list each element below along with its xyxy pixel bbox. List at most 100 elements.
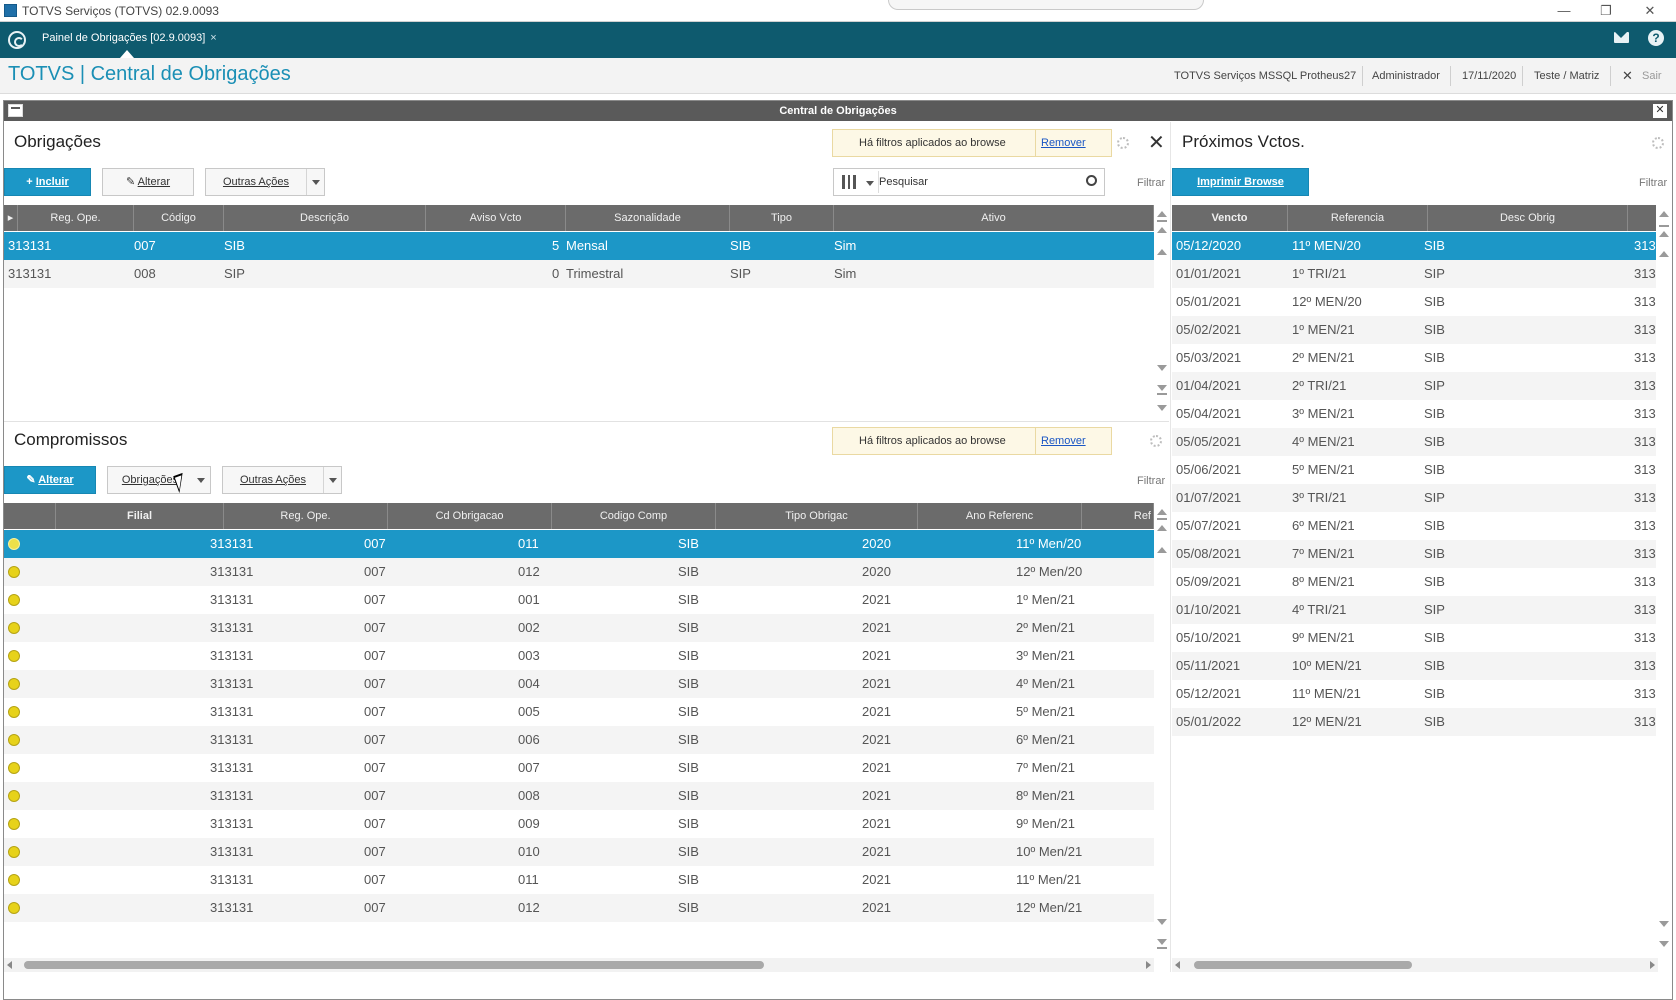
col-vencto[interactable]: Vencto	[1172, 205, 1288, 231]
scroll-up-icon[interactable]	[1659, 251, 1669, 257]
status-legend-icon[interactable]	[8, 706, 20, 718]
scroll-up-icon[interactable]	[1659, 231, 1669, 237]
restore-button[interactable]: ❐	[1590, 1, 1622, 21]
scroll-down-icon[interactable]	[1157, 939, 1167, 945]
table-row[interactable]: 05/06/2021 5º MEN/21 SIB 313	[1172, 456, 1658, 484]
table-row[interactable]: 313131 007 002 SIB 2021 2º Men/21	[4, 614, 1154, 642]
table-row[interactable]: 05/07/2021 6º MEN/21 SIB 313	[1172, 512, 1658, 540]
scroll-down-icon[interactable]	[1157, 385, 1167, 391]
scroll-up-icon[interactable]	[1157, 211, 1167, 217]
col-cd-obrigacao[interactable]: Cd Obrigacao	[388, 503, 552, 529]
col-extra[interactable]	[1628, 205, 1658, 231]
compromissos-settings-icon[interactable]	[1150, 435, 1162, 447]
table-row[interactable]: 313131 007 001 SIB 2021 1º Men/21	[4, 586, 1154, 614]
table-row[interactable]: 01/01/2021 1º TRI/21 SIP 313	[1172, 260, 1658, 288]
table-row[interactable]: 01/07/2021 3º TRI/21 SIP 313	[1172, 484, 1658, 512]
proximos-vertical-scrollbar[interactable]	[1656, 205, 1672, 955]
scroll-up-icon[interactable]	[1659, 211, 1669, 217]
status-legend-icon[interactable]	[8, 734, 20, 746]
compromissos-alterar-button[interactable]: ✎ Alterar	[4, 466, 96, 494]
minimize-button[interactable]: —	[1548, 1, 1580, 21]
scroll-left-icon[interactable]	[7, 961, 12, 969]
mail-icon[interactable]	[1614, 32, 1629, 43]
col-aviso-vcto[interactable]: Aviso Vcto	[426, 205, 566, 231]
scroll-down-icon[interactable]	[1157, 919, 1167, 925]
exit-label[interactable]: Sair	[1642, 70, 1662, 82]
col-referencia[interactable]: Referencia	[1288, 205, 1428, 231]
table-row[interactable]: 05/03/2021 2º MEN/21 SIB 313	[1172, 344, 1658, 372]
table-row[interactable]: 313131 007 009 SIB 2021 9º Men/21	[4, 810, 1154, 838]
table-row[interactable]: 05/09/2021 8º MEN/21 SIB 313	[1172, 568, 1658, 596]
col-ano-referenc[interactable]: Ano Referenc	[918, 503, 1082, 529]
scroll-up-icon[interactable]	[1157, 547, 1167, 553]
help-icon[interactable]: ?	[1648, 30, 1664, 46]
col-descricao[interactable]: Descrição	[224, 205, 426, 231]
incluir-button[interactable]: + Incluir	[4, 168, 91, 196]
tab-close-icon[interactable]: ×	[210, 32, 216, 44]
table-row[interactable]: 313131 007 008 SIB 2021 8º Men/21	[4, 782, 1154, 810]
search-icon[interactable]	[1086, 175, 1097, 186]
table-row[interactable]: 05/12/2021 11º MEN/21 SIB 313	[1172, 680, 1658, 708]
status-legend-icon[interactable]	[8, 538, 20, 550]
scroll-up-icon[interactable]	[1157, 249, 1167, 255]
scroll-right-icon[interactable]	[1650, 961, 1655, 969]
chevron-down-icon[interactable]	[192, 467, 210, 493]
status-legend-icon[interactable]	[8, 846, 20, 858]
scroll-bottom-icon[interactable]	[1157, 947, 1167, 949]
table-row[interactable]: 05/12/2020 11º MEN/20 SIB 313	[1172, 232, 1658, 260]
table-row[interactable]: 313131 007 012 SIB 2020 12º Men/20	[4, 558, 1154, 586]
table-row[interactable]: 05/02/2021 1º MEN/21 SIB 313	[1172, 316, 1658, 344]
close-panel-icon[interactable]: ✕	[1148, 130, 1165, 155]
table-row[interactable]: 01/04/2021 2º TRI/21 SIP 313	[1172, 372, 1658, 400]
imprimir-browse-button[interactable]: Imprimir Browse	[1172, 168, 1309, 196]
totvs-menu-icon[interactable]	[8, 31, 26, 49]
table-row[interactable]: 05/10/2021 9º MEN/21 SIB 313	[1172, 624, 1658, 652]
table-row[interactable]: 313131 007 010 SIB 2021 10º Men/21	[4, 838, 1154, 866]
table-row[interactable]: 01/10/2021 4º TRI/21 SIP 313	[1172, 596, 1658, 624]
table-row[interactable]: 313131 007 005 SIB 2021 5º Men/21	[4, 698, 1154, 726]
scroll-thumb[interactable]	[1194, 961, 1412, 969]
col-filial[interactable]: Filial	[56, 503, 224, 529]
scroll-top-icon[interactable]	[1157, 518, 1167, 520]
scroll-left-icon[interactable]	[1175, 961, 1180, 969]
columns-icon[interactable]	[842, 175, 856, 189]
status-legend-icon[interactable]	[8, 790, 20, 802]
outras-acoes-button[interactable]: Outras Ações	[205, 168, 325, 196]
table-row[interactable]: 05/11/2021 10º MEN/21 SIB 313	[1172, 652, 1658, 680]
alterar-button[interactable]: ✎ Alterar	[102, 168, 194, 196]
scroll-up-icon[interactable]	[1157, 525, 1167, 531]
table-row[interactable]: 05/01/2021 12º MEN/20 SIB 313	[1172, 288, 1658, 316]
col-sazonalidade[interactable]: Sazonalidade	[566, 205, 730, 231]
proximos-settings-icon[interactable]	[1652, 137, 1664, 149]
scroll-thumb[interactable]	[24, 961, 764, 969]
date-info[interactable]: 17/11/2020	[1462, 70, 1516, 82]
status-legend-icon[interactable]	[8, 902, 20, 914]
chevron-down-icon[interactable]	[866, 181, 874, 186]
col-ativo[interactable]: Ativo	[834, 205, 1154, 231]
user-info[interactable]: Administrador	[1372, 70, 1440, 82]
status-legend-icon[interactable]	[8, 650, 20, 662]
col-ref[interactable]: Ref	[1082, 503, 1154, 529]
obrigacoes-vertical-scrollbar[interactable]	[1154, 205, 1170, 420]
col-reg-ope[interactable]: Reg. Ope.	[18, 205, 134, 231]
compromissos-horizontal-scrollbar[interactable]	[4, 958, 1154, 972]
table-row[interactable]: 313131 008 SIP 0 Trimestral SIP Sim	[4, 260, 1154, 288]
filtrar-link[interactable]: Filtrar	[1137, 177, 1165, 189]
col-codigo[interactable]: Código	[134, 205, 224, 231]
filtrar-link[interactable]: Filtrar	[1639, 177, 1667, 189]
search-field[interactable]: Pesquisar	[833, 168, 1105, 196]
table-row[interactable]: 05/01/2022 12º MEN/21 SIB 313	[1172, 708, 1658, 736]
scroll-right-icon[interactable]	[1146, 961, 1151, 969]
col-tipo[interactable]: Tipo	[730, 205, 834, 231]
status-legend-icon[interactable]	[8, 762, 20, 774]
table-row[interactable]: 05/08/2021 7º MEN/21 SIB 313	[1172, 540, 1658, 568]
table-row[interactable]: 313131 007 011 SIB 2020 11º Men/20	[4, 530, 1154, 558]
col-tipo-obrigac[interactable]: Tipo Obrigac	[716, 503, 918, 529]
dialog-close-button[interactable]: ✕	[1653, 104, 1667, 118]
obrigacoes-menu-button[interactable]: Obrigações	[107, 466, 211, 494]
status-legend-icon[interactable]	[8, 622, 20, 634]
scroll-down-icon[interactable]	[1157, 405, 1167, 411]
status-legend-icon[interactable]	[8, 594, 20, 606]
col-reg-ope[interactable]: Reg. Ope.	[224, 503, 388, 529]
status-legend-icon[interactable]	[8, 874, 20, 886]
